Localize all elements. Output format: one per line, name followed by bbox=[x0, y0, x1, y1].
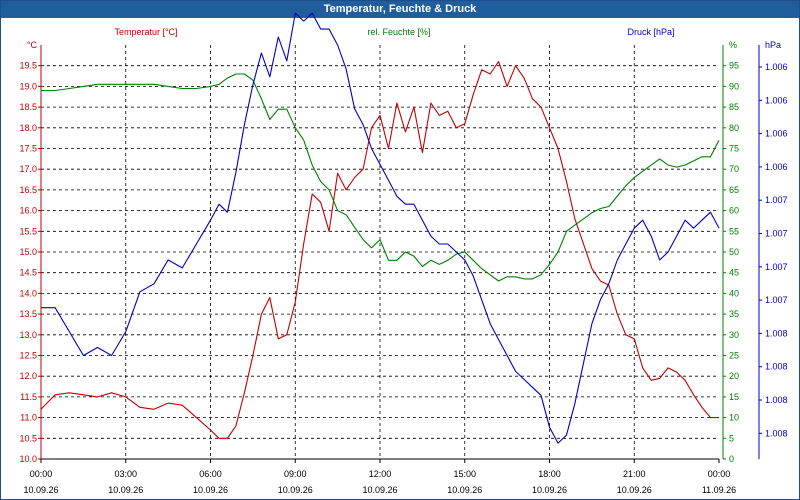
temperature-tick-label: 17.5 bbox=[19, 144, 37, 154]
temperature-tick-label: 12.5 bbox=[19, 351, 37, 361]
pressure-tick-label: 1.006 bbox=[765, 162, 788, 172]
x-tick-date: 11.09.26 bbox=[702, 485, 736, 495]
humidity-tick-label: 70 bbox=[729, 164, 739, 174]
pressure-axis: 1.006 1.006 1.006 1.006 1.007 1.007 1.007 1.007… bbox=[758, 40, 788, 459]
temperature-tick-label: 19.5 bbox=[19, 61, 37, 71]
chart-canvas: 10.0 10.5 11.0 11.5 12.0 12.5 13.0 13.5 14.0 14.5… bbox=[19, 12, 788, 495]
x-tick-time: 00:00 bbox=[708, 469, 731, 479]
humidity-tick-label: 40 bbox=[729, 288, 739, 298]
pressure-tick-label: 1.006 bbox=[765, 62, 788, 72]
temperature-tick-label: 16.5 bbox=[19, 185, 37, 195]
pressure-tick-label: 1.007 bbox=[765, 195, 788, 205]
x-tick-time: 12:00 bbox=[369, 469, 392, 479]
x-tick-date: 10.09.26 bbox=[532, 485, 567, 495]
x-tick-date: 10.09.26 bbox=[447, 485, 482, 495]
humidity-tick-label: 0 bbox=[729, 454, 734, 464]
pressure-tick-label: 1.008 bbox=[765, 395, 788, 405]
temperature-tick-label: 10.5 bbox=[19, 433, 37, 443]
humidity-tick-label: 15 bbox=[729, 392, 739, 402]
humidity-tick-label: 35 bbox=[729, 309, 739, 319]
chart-window: Temperatur, Feuchte & Druck 10.0 10.5 11.0… bbox=[0, 0, 800, 500]
temperature-tick-label: 16.0 bbox=[19, 206, 37, 216]
temperature-tick-label: 11.5 bbox=[20, 392, 37, 402]
humidity-tick-label: 90 bbox=[729, 81, 739, 91]
pressure-axis-title: Druck [hPa] bbox=[627, 27, 674, 37]
humidity-tick-label: 80 bbox=[729, 123, 739, 133]
temperature-tick-label: 14.5 bbox=[19, 268, 37, 278]
temperature-tick-label: 15.0 bbox=[19, 247, 37, 257]
x-tick-time: 21:00 bbox=[623, 469, 646, 479]
temperature-axis: 10.0 10.5 11.0 11.5 12.0 12.5 13.0 13.5 14.0 14.5… bbox=[19, 40, 41, 464]
humidity-tick-label: 60 bbox=[729, 206, 739, 216]
temperature-tick-label: 18.0 bbox=[19, 123, 37, 133]
temperature-tick-label: 19.0 bbox=[19, 81, 37, 91]
pressure-tick-label: 1.006 bbox=[765, 95, 788, 105]
temperature-tick-label: 12.0 bbox=[19, 371, 37, 381]
x-tick-time: 18:00 bbox=[538, 469, 561, 479]
x-tick-time: 06:00 bbox=[199, 469, 222, 479]
grid bbox=[41, 45, 719, 459]
temperature-tick-label: 15.5 bbox=[19, 226, 37, 236]
x-tick-time: 00:00 bbox=[30, 469, 53, 479]
x-tick-time: 09:00 bbox=[284, 469, 307, 479]
temperature-tick-label: 17.0 bbox=[19, 164, 37, 174]
x-tick-date: 10.09.26 bbox=[278, 485, 313, 495]
pressure-tick-label: 1.007 bbox=[765, 229, 788, 239]
humidity-unit: % bbox=[729, 40, 737, 50]
temperature-tick-label: 10.0 bbox=[19, 454, 37, 464]
temperature-tick-label: 14.0 bbox=[19, 288, 37, 298]
humidity-tick-label: 20 bbox=[729, 371, 739, 381]
humidity-tick-label: 30 bbox=[729, 330, 739, 340]
pressure-tick-label: 1.007 bbox=[765, 262, 788, 272]
pressure-tick-label: 1.008 bbox=[765, 428, 788, 438]
temperature-tick-label: 18.5 bbox=[19, 102, 37, 112]
humidity-tick-label: 65 bbox=[729, 185, 739, 195]
humidity-axis: 0 5 10 15 20 25 30 35 40 45 50 55 60 65 70 75 80 85 90 95% bbox=[722, 40, 739, 464]
x-axis: 00:00 10.09.26 03:00 10.09.26 06:00 10.09.26 0… bbox=[23, 459, 736, 495]
humidity-axis-title: rel. Feuchte [%] bbox=[367, 27, 430, 37]
x-tick-date: 10.09.26 bbox=[23, 485, 58, 495]
humidity-tick-label: 75 bbox=[729, 144, 739, 154]
pressure-tick-label: 1.007 bbox=[765, 295, 788, 305]
pressure-tick-label: 1.008 bbox=[765, 362, 788, 372]
temperature-axis-title: Temperatur [°C] bbox=[114, 27, 177, 37]
humidity-tick-label: 55 bbox=[729, 226, 739, 236]
humidity-tick-label: 25 bbox=[729, 351, 739, 361]
axis-titles: Temperatur [°C] rel. Feuchte [%] Druck [hP… bbox=[114, 27, 674, 37]
pressure-tick-label: 1.008 bbox=[765, 328, 788, 338]
x-tick-date: 10.09.26 bbox=[362, 485, 397, 495]
temperature-tick-label: 11.0 bbox=[20, 413, 37, 423]
pressure-unit: hPa bbox=[765, 40, 781, 50]
humidity-tick-label: 95 bbox=[729, 61, 739, 71]
pressure-tick-label: 1.006 bbox=[765, 129, 788, 139]
temperature-unit: °C bbox=[27, 40, 38, 50]
x-tick-time: 15:00 bbox=[453, 469, 476, 479]
x-tick-date: 10.09.26 bbox=[193, 485, 228, 495]
humidity-tick-label: 85 bbox=[729, 102, 739, 112]
x-tick-date: 10.09.26 bbox=[617, 485, 652, 495]
humidity-tick-label: 45 bbox=[729, 268, 739, 278]
humidity-tick-label: 10 bbox=[729, 413, 739, 423]
humidity-tick-label: 5 bbox=[729, 433, 734, 443]
humidity-tick-label: 50 bbox=[729, 247, 739, 257]
temperature-tick-label: 13.5 bbox=[19, 309, 37, 319]
temperature-tick-label: 13.0 bbox=[19, 330, 37, 340]
x-tick-time: 03:00 bbox=[114, 469, 137, 479]
x-tick-date: 10.09.26 bbox=[108, 485, 143, 495]
